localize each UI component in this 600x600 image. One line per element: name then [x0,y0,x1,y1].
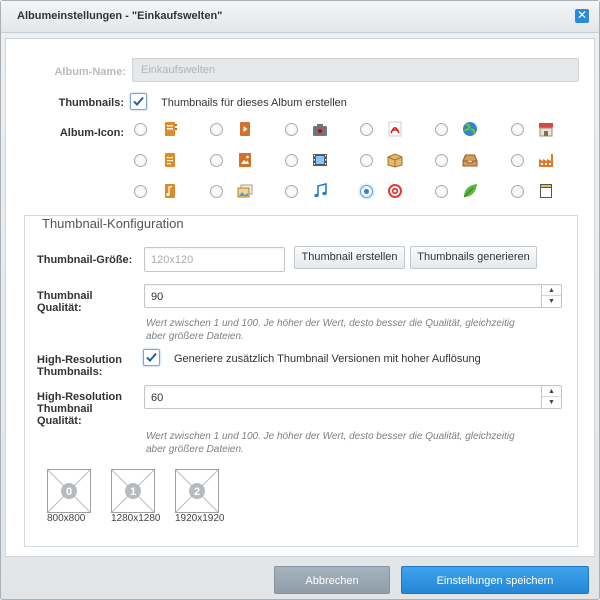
album-icon-label: Album-Icon: [59,127,124,139]
thumbnails-checkbox[interactable] [130,93,147,110]
thumbnail-size-caption: 1920x1920 [175,513,225,524]
target-icon [388,184,402,198]
blank-page-icon [540,184,552,198]
stepper-up-icon[interactable]: ▲ [542,285,561,296]
album-icon-radio-image-file[interactable] [210,154,223,167]
music-file-icon [165,184,175,198]
video-file-icon [240,122,250,136]
thumbnail-size-caption: 1280x1280 [111,513,161,524]
hires-quality-label-line2: Thumbnail [37,403,93,415]
pdf-icon [388,121,402,137]
thumbnail-quality-hint-line2: aber größere Dateien. [146,331,244,342]
hires-quality-label-line1: High-Resolution [37,391,122,403]
thumbnail-size-label: Thumbnail-Größe: [37,254,133,266]
album-icon-radio-inbox[interactable] [435,154,448,167]
album-icon-radio-document[interactable] [134,154,147,167]
hires-quality-hint-line1: Wert zwischen 1 und 100. Je höher der We… [146,431,515,442]
thumbnail-quality-label-line2: Qualität: [37,302,82,314]
thumbnail-size-input[interactable]: 120x120 [144,247,285,272]
album-icon-radio-film[interactable] [285,154,298,167]
album-icon-radio-leaf[interactable] [435,185,448,198]
dialog-title: Albumeinstellungen - "Einkaufswelten" [17,10,223,22]
placeholder-image-icon: 0 [47,469,91,513]
thumbnails-checkbox-text: Thumbnails für dieses Album erstellen [161,97,347,109]
document-icon [165,153,175,167]
album-icon-radio-target[interactable] [360,185,373,198]
images-icon [237,184,253,198]
thumbnail-quality-stepper[interactable]: ▲ ▼ [541,285,561,307]
album-icon-radio-video-file[interactable] [210,123,223,136]
album-icon-radio-images[interactable] [210,185,223,198]
checkmark-icon [133,96,144,106]
placeholder-image-icon: 2 [175,469,219,513]
album-icon-radio-globe[interactable] [435,123,448,136]
camera-icon [313,124,327,136]
music-note-icon [314,183,327,198]
hires-quality-stepper[interactable]: ▲ ▼ [541,386,561,408]
stepper-down-icon[interactable]: ▼ [542,296,561,307]
album-icon-radio-camera[interactable] [285,123,298,136]
package-icon [387,153,403,168]
inbox-icon [462,154,478,167]
cancel-button[interactable]: Abbrechen [274,566,390,594]
hires-quality-hint-line2: aber größere Dateien. [146,444,244,455]
hires-thumbnails-label-line2: Thumbnails: [37,366,103,378]
album-name-input: Einkaufswelten [132,58,579,82]
hires-thumbnails-checkbox[interactable] [143,349,160,366]
hires-thumbnails-checkbox-text: Generiere zusätzlich Thumbnail Versionen… [174,353,481,365]
stepper-down-icon[interactable]: ▼ [542,397,561,408]
thumbnails-label: Thumbnails: [58,97,124,109]
thumbnail-index: 0 [66,486,72,498]
album-icon-radio-pdf[interactable] [360,123,373,136]
hires-quality-input[interactable]: 60 [144,385,562,409]
checkmark-icon [146,352,157,362]
save-settings-button[interactable]: Einstellungen speichern [401,566,589,594]
album-icon-radio-factory[interactable] [511,154,524,167]
dialog-titlebar: Albumeinstellungen - "Einkaufswelten" ✕ [1,1,599,33]
thumbnail-size-caption: 800x800 [47,513,86,524]
thumbnail-quality-label-line1: Thumbnail [37,290,93,302]
stepper-up-icon[interactable]: ▲ [542,386,561,397]
thumbnail-index: 1 [130,486,136,498]
album-icon-radio-notebook[interactable] [134,123,147,136]
thumbnail-quality-hint-line1: Wert zwischen 1 und 100. Je höher der We… [146,318,515,329]
hires-thumbnails-label-line1: High-Resolution [37,354,122,366]
album-icon-radio-music-note[interactable] [285,185,298,198]
close-icon: ✕ [576,8,588,22]
image-file-icon [239,153,251,167]
shop-icon [539,123,553,137]
album-name-label: Album-Name: [54,66,126,78]
notebook-icon [165,122,177,136]
thumbnail-preview: 2 [175,469,219,513]
album-icon-radio-package[interactable] [360,154,373,167]
thumbnail-quality-input[interactable]: 90 [144,284,562,308]
hires-quality-label-line3: Qualität: [37,415,82,427]
thumbnail-index: 2 [194,486,200,498]
create-thumbnail-button[interactable]: Thumbnail erstellen [294,246,405,269]
thumbnail-config-legend: Thumbnail-Konfiguration [38,216,188,231]
leaf-icon [463,184,477,198]
album-icon-radio-music-file[interactable] [134,185,147,198]
factory-icon [539,154,553,167]
placeholder-image-icon: 1 [111,469,155,513]
generate-thumbnails-button[interactable]: Thumbnails generieren [410,246,537,269]
album-settings-dialog: Albumeinstellungen - "Einkaufswelten" ✕ … [0,0,600,600]
album-icon-radio-blank-page[interactable] [511,185,524,198]
film-icon [313,154,327,166]
thumbnail-preview: 1 [111,469,155,513]
close-button[interactable]: ✕ [575,9,589,23]
globe-icon [463,122,477,136]
dialog-content: Album-Name: Einkaufswelten Thumbnails: T… [5,38,595,557]
thumbnail-preview: 0 [47,469,91,513]
album-icon-radio-shop[interactable] [511,123,524,136]
